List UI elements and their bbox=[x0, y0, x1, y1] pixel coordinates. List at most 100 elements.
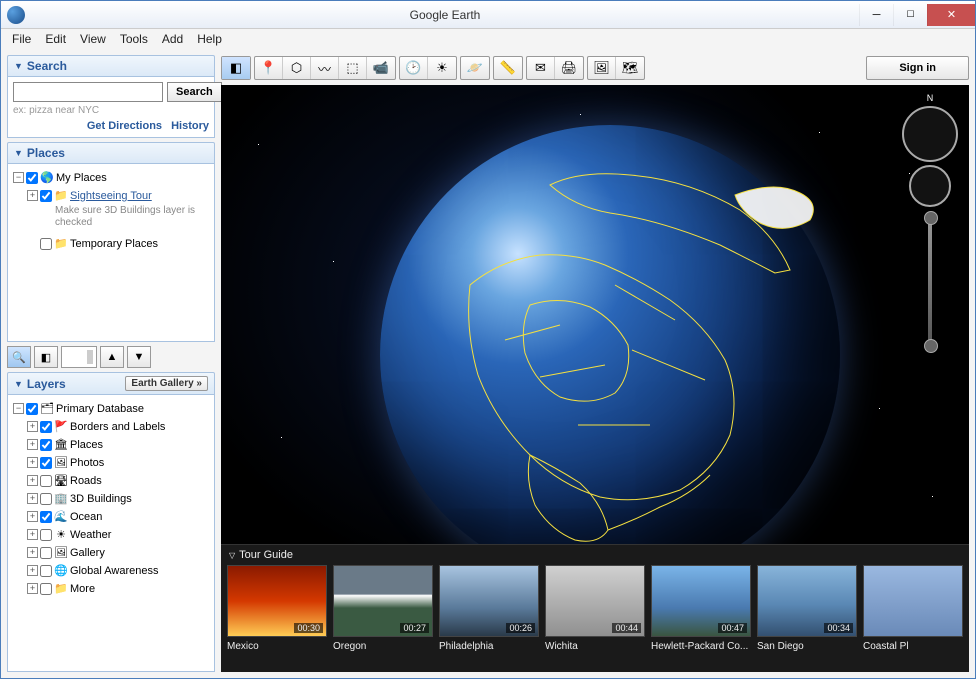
thumbnail-image: 00:26 bbox=[439, 565, 539, 637]
print-button[interactable]: 🖨 bbox=[555, 57, 583, 79]
search-panel-head[interactable]: ▼Search bbox=[7, 55, 215, 77]
layer-label[interactable]: Global Awareness bbox=[70, 563, 209, 579]
ruler-button[interactable]: 📏 bbox=[494, 57, 522, 79]
history-button[interactable]: 🕑 bbox=[400, 57, 428, 79]
panels-tool-button[interactable]: ◧ bbox=[34, 346, 58, 368]
expand-icon[interactable]: + bbox=[27, 493, 38, 504]
layer-checkbox[interactable] bbox=[40, 493, 52, 505]
places-panel: − 🌎 My Places + 📁 Sightseeing Tour Make … bbox=[7, 164, 215, 342]
tour-thumbnail[interactable]: Coastal Pl bbox=[863, 565, 963, 652]
expand-icon[interactable]: + bbox=[27, 190, 38, 201]
expand-icon[interactable]: + bbox=[27, 439, 38, 450]
layer-label[interactable]: Ocean bbox=[70, 509, 209, 525]
sightseeing-checkbox[interactable] bbox=[40, 190, 52, 202]
polygon-button[interactable]: ⬡ bbox=[283, 57, 311, 79]
layer-label[interactable]: 3D Buildings bbox=[70, 491, 209, 507]
globe[interactable] bbox=[380, 125, 840, 585]
expand-icon[interactable]: + bbox=[27, 547, 38, 558]
layer-checkbox[interactable] bbox=[40, 529, 52, 541]
history-link[interactable]: History bbox=[171, 120, 209, 132]
layer-checkbox[interactable] bbox=[40, 511, 52, 523]
email-button[interactable]: ✉ bbox=[527, 57, 555, 79]
layer-label[interactable]: Roads bbox=[70, 473, 209, 489]
expand-icon[interactable]: − bbox=[13, 172, 24, 183]
expand-icon[interactable]: + bbox=[27, 511, 38, 522]
layer-checkbox[interactable] bbox=[40, 421, 52, 433]
opacity-slider[interactable] bbox=[61, 346, 97, 368]
minimize-button[interactable]: ─ bbox=[859, 4, 893, 26]
menu-tools[interactable]: Tools bbox=[113, 32, 155, 46]
layer-checkbox[interactable] bbox=[40, 583, 52, 595]
search-tool-button[interactable]: 🔍 bbox=[7, 346, 31, 368]
layer-label[interactable]: Gallery bbox=[70, 545, 209, 561]
expand-icon[interactable]: + bbox=[27, 475, 38, 486]
sidebar-toggle-button[interactable]: ◧ bbox=[222, 57, 250, 79]
get-directions-link[interactable]: Get Directions bbox=[87, 120, 162, 132]
my-places-checkbox[interactable] bbox=[26, 172, 38, 184]
duration-badge: 00:47 bbox=[718, 623, 747, 633]
earth-gallery-button[interactable]: Earth Gallery » bbox=[125, 376, 208, 391]
earth-viewport[interactable]: N ▽Tour Guide 00:30Mexico00:27Oregon00:2… bbox=[221, 85, 969, 672]
temporary-label[interactable]: Temporary Places bbox=[70, 236, 209, 252]
menu-edit[interactable]: Edit bbox=[38, 32, 73, 46]
layer-icon: 🏢 bbox=[54, 492, 68, 506]
layer-checkbox[interactable] bbox=[40, 439, 52, 451]
save-image-button[interactable]: 🖼 bbox=[588, 57, 616, 79]
search-button[interactable]: Search bbox=[167, 82, 222, 102]
close-button[interactable]: ✕ bbox=[927, 4, 975, 26]
placemark-button[interactable]: 📍 bbox=[255, 57, 283, 79]
path-button[interactable]: 〰 bbox=[311, 57, 339, 79]
zoom-slider[interactable] bbox=[928, 217, 932, 347]
tour-thumbnail[interactable]: 00:30Mexico bbox=[227, 565, 327, 652]
move-up-button[interactable]: ▲ bbox=[100, 346, 124, 368]
maximize-button[interactable]: ☐ bbox=[893, 4, 927, 26]
primary-db-label[interactable]: Primary Database bbox=[56, 401, 209, 417]
layer-checkbox[interactable] bbox=[40, 547, 52, 559]
primary-db-checkbox[interactable] bbox=[26, 403, 38, 415]
layer-label[interactable]: Places bbox=[70, 437, 209, 453]
expand-icon[interactable]: − bbox=[13, 403, 24, 414]
dropdown-icon[interactable]: ▽ bbox=[229, 551, 235, 560]
menu-file[interactable]: File bbox=[5, 32, 38, 46]
tour-guide: ▽Tour Guide 00:30Mexico00:27Oregon00:26P… bbox=[221, 544, 969, 672]
layers-panel-head[interactable]: ▼LayersEarth Gallery » bbox=[7, 372, 215, 395]
move-down-button[interactable]: ▼ bbox=[127, 346, 151, 368]
planets-button[interactable]: 🪐 bbox=[461, 57, 489, 79]
menu-add[interactable]: Add bbox=[155, 32, 190, 46]
tour-thumbnail[interactable]: 00:26Philadelphia bbox=[439, 565, 539, 652]
menu-view[interactable]: View bbox=[73, 32, 113, 46]
layer-checkbox[interactable] bbox=[40, 457, 52, 469]
layer-label[interactable]: Weather bbox=[70, 527, 209, 543]
sightseeing-link[interactable]: Sightseeing Tour bbox=[70, 188, 209, 204]
expand-icon[interactable]: + bbox=[27, 583, 38, 594]
expand-icon[interactable]: + bbox=[27, 565, 38, 576]
tour-thumbnail[interactable]: 00:47 Hewlett-Packard Co... bbox=[651, 565, 751, 652]
sunlight-button[interactable]: ☀ bbox=[428, 57, 456, 79]
record-tour-button[interactable]: 📹 bbox=[367, 57, 395, 79]
move-joystick[interactable] bbox=[909, 165, 951, 207]
tour-thumbnail[interactable]: 00:34San Diego bbox=[757, 565, 857, 652]
my-places-label[interactable]: My Places bbox=[56, 170, 209, 186]
window-title: Google Earth bbox=[31, 8, 859, 22]
thumbnail-caption: Wichita bbox=[545, 637, 645, 652]
view-maps-button[interactable]: 🗺 bbox=[616, 57, 644, 79]
search-input[interactable] bbox=[13, 82, 163, 102]
temporary-checkbox[interactable] bbox=[40, 238, 52, 250]
expand-icon[interactable]: + bbox=[27, 457, 38, 468]
expand-icon[interactable]: + bbox=[27, 529, 38, 540]
look-joystick[interactable] bbox=[902, 106, 958, 162]
thumbnail-caption: Hewlett-Packard Co... bbox=[651, 637, 751, 652]
tour-thumbnail[interactable]: 00:44Wichita bbox=[545, 565, 645, 652]
menu-help[interactable]: Help bbox=[190, 32, 229, 46]
image-overlay-button[interactable]: ⬚ bbox=[339, 57, 367, 79]
layer-label[interactable]: Borders and Labels bbox=[70, 419, 209, 435]
signin-button[interactable]: Sign in bbox=[866, 56, 969, 80]
layer-label[interactable]: Photos bbox=[70, 455, 209, 471]
layer-label[interactable]: More bbox=[70, 581, 209, 597]
places-panel-head[interactable]: ▼Places bbox=[7, 142, 215, 164]
layer-checkbox[interactable] bbox=[40, 475, 52, 487]
tour-thumbnail[interactable]: 00:27Oregon bbox=[333, 565, 433, 652]
search-title: Search bbox=[27, 59, 67, 73]
layer-checkbox[interactable] bbox=[40, 565, 52, 577]
expand-icon[interactable]: + bbox=[27, 421, 38, 432]
